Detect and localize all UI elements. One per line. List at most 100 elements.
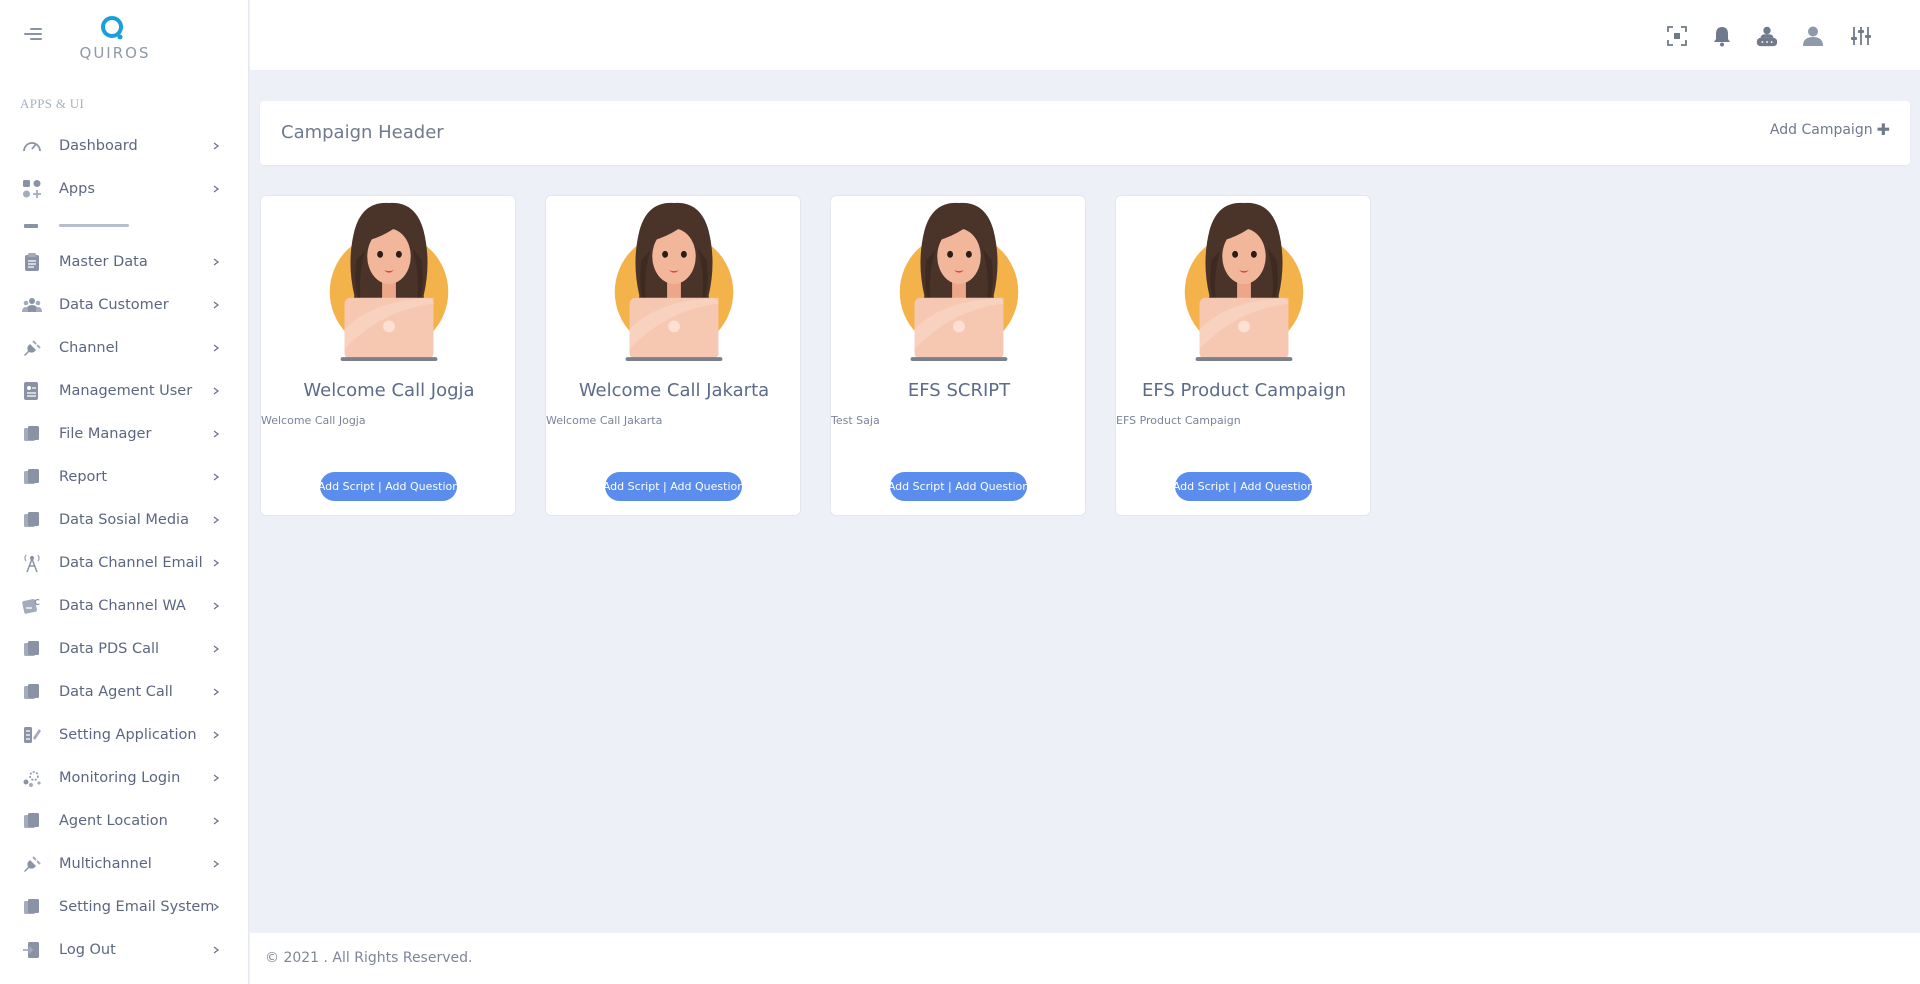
chevron-right-icon [213,344,220,352]
sidebar-item-data-channel-email[interactable]: Data Channel Email [0,543,248,583]
file-icon [22,682,42,702]
sidebar-item-channel[interactable]: Channel [0,328,248,368]
campaign-description: Welcome Call Jakarta [546,414,663,427]
campaign-header-card: Campaign Header Add Campaign ✚ [260,101,1910,165]
sidebar-item-label: Log Out [59,942,116,958]
chevron-right-icon [213,430,220,438]
users-icon [22,295,42,315]
user-icon[interactable] [1801,24,1825,48]
fullscreen-icon[interactable] [1665,24,1689,48]
plug-icon [22,854,42,874]
topbar [250,0,1920,70]
chevron-right-icon [213,387,220,395]
agent-avatar-image [1184,202,1304,362]
file-icon [22,424,42,444]
campaign-title: Welcome Call Jakarta [578,380,770,401]
settings-sliders-icon[interactable] [1849,24,1873,48]
campaign-title: Welcome Call Jogja [303,380,475,401]
sidebar-item-data-agent-call[interactable]: Data Agent Call [0,672,248,712]
wa-icon: C [22,596,42,616]
sidebar-item-report[interactable]: Report [0,457,248,497]
sidebar-item-data-sosial-media[interactable]: Data Sosial Media [0,500,248,540]
chevron-right-icon [213,142,220,150]
file-icon [22,510,42,530]
chevron-right-icon [213,774,220,782]
sidebar-item-label: Setting Email System [59,899,215,915]
file-icon [22,811,42,831]
sidebar-item-label: Data PDS Call [59,641,160,657]
sidebar-item-clipped [0,222,248,232]
sidebar-item-data-channel-wa[interactable]: C Data Channel WA [0,586,248,626]
chevron-right-icon [213,185,220,193]
sidebar-item-label: Dashboard [59,138,138,154]
add-script-question-button[interactable]: Add Script | Add Question [1173,472,1314,501]
gauge-icon [22,136,42,156]
add-campaign-label: Add Campaign [1769,121,1873,138]
sidebar-item-setting-email-system[interactable]: Setting Email System [0,887,248,927]
chevron-right-icon [213,473,220,481]
campaign-description: EFS Product Campaign [1116,414,1241,427]
chevron-right-icon [213,860,220,868]
file-icon [22,467,42,487]
setting-pen-icon [22,725,42,745]
chevron-right-icon [213,602,220,610]
clipboard-icon [22,252,42,272]
email-tower-icon [22,553,42,573]
sidebar-item-apps[interactable]: Apps [0,169,248,209]
file-icon [22,897,42,917]
chevron-right-icon [213,817,220,825]
sidebar-item-file-manager[interactable]: File Manager [0,414,248,454]
sidebar-item-label: Data Channel Email [59,555,203,571]
sidebar-item-agent-location[interactable]: Agent Location [0,801,248,841]
campaign-title: EFS Product Campaign [1141,380,1347,401]
sidebar-item-log-out[interactable]: Log Out [0,930,248,970]
user-list-icon [22,381,42,401]
user-lock-icon[interactable] [1755,24,1779,48]
sidebar-item-master-data[interactable]: Master Data [0,242,248,282]
sidebar-item-label: Channel [59,340,119,356]
footer: © 2021 . All Rights Reserved. [250,933,1920,984]
logout-icon [22,940,42,960]
add-script-question-button[interactable]: Add Script | Add Question [888,472,1029,501]
brand-area: QUIROS [0,0,248,70]
campaign-card: EFS SCRIPT Test Saja Add Script | Add Qu… [830,195,1086,516]
sidebar-item-label: Agent Location [59,813,168,829]
agent-avatar-image [614,202,734,362]
add-script-question-button[interactable]: Add Script | Add Question [318,472,459,501]
add-campaign-button[interactable]: Add Campaign ✚ [1770,120,1890,139]
sidebar-item-label: Data Agent Call [59,684,173,700]
sidebar-section-title: APPS & UI [20,96,85,111]
plug-icon [22,338,42,358]
sidebar-item-monitoring-login[interactable]: Monitoring Login [0,758,248,798]
sidebar-item-label: Master Data [59,254,148,270]
sidebar-item-data-pds-call[interactable]: Data PDS Call [0,629,248,669]
add-script-question-button[interactable]: Add Script | Add Question [603,472,744,501]
chevron-right-icon [213,903,220,911]
chevron-right-icon [213,731,220,739]
sidebar-item-label: Setting Application [59,727,197,743]
chevron-right-icon [213,645,220,653]
agent-avatar-image [899,202,1019,362]
logo-text: QUIROS [79,44,151,62]
sidebar-item-label: Multichannel [59,856,152,872]
page-title: Campaign Header [281,122,444,143]
campaign-card: Welcome Call Jogja Welcome Call Jogja Ad… [260,195,516,516]
sidebar-item-dashboard[interactable]: Dashboard [0,126,248,166]
sidebar-item-setting-application[interactable]: Setting Application [0,715,248,755]
campaign-card: Welcome Call Jakarta Welcome Call Jakart… [545,195,801,516]
sidebar-item-data-customer[interactable]: Data Customer [0,285,248,325]
svg-text:C: C [34,598,40,607]
menu-toggle-icon[interactable] [24,26,42,42]
apps-grid-icon [22,179,42,199]
sidebar-item-label: Monitoring Login [59,770,181,786]
chevron-right-icon [213,688,220,696]
sidebar-item-label: Data Customer [59,297,169,313]
chevron-right-icon [213,559,220,567]
agent-avatar-image [329,202,449,362]
sidebar-item-management-user[interactable]: Management User [0,371,248,411]
campaign-description: Welcome Call Jogja [261,414,366,427]
campaign-card: EFS Product Campaign EFS Product Campaig… [1115,195,1371,516]
sidebar-item-multichannel[interactable]: Multichannel [0,844,248,884]
logo[interactable]: QUIROS [74,14,156,62]
bell-icon[interactable] [1710,24,1734,48]
